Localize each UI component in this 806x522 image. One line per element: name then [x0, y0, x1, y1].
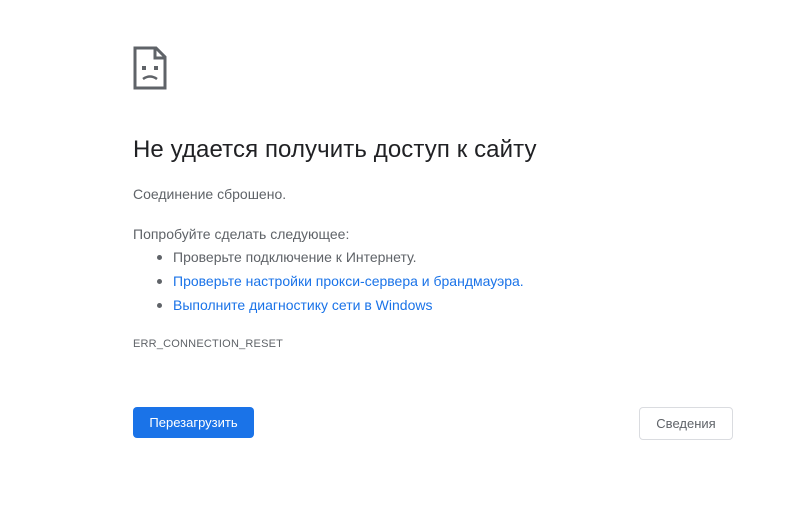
suggestion-check-proxy: Проверьте настройки прокси-сервера и бра… — [157, 272, 524, 296]
suggestion-check-connection: Проверьте подключение к Интернету. — [157, 248, 524, 272]
details-button[interactable]: Сведения — [639, 407, 733, 440]
error-code: ERR_CONNECTION_RESET — [133, 338, 284, 350]
proxy-firewall-link[interactable]: Проверьте настройки прокси-сервера и бра… — [173, 273, 524, 289]
suggestions-list: Проверьте подключение к Интернету. Прове… — [133, 248, 524, 320]
suggestion-text: Проверьте подключение к Интернету. — [173, 249, 417, 265]
page-title: Не удается получить доступ к сайту — [133, 136, 537, 163]
suggestions-heading: Попробуйте сделать следующее: — [133, 226, 350, 242]
reload-button[interactable]: Перезагрузить — [133, 407, 254, 438]
sad-page-icon — [133, 46, 167, 90]
error-description: Соединение сброшено. — [133, 186, 287, 202]
network-diagnostics-link[interactable]: Выполните диагностику сети в Windows — [173, 297, 432, 313]
suggestion-network-diagnostics: Выполните диагностику сети в Windows — [157, 296, 524, 320]
